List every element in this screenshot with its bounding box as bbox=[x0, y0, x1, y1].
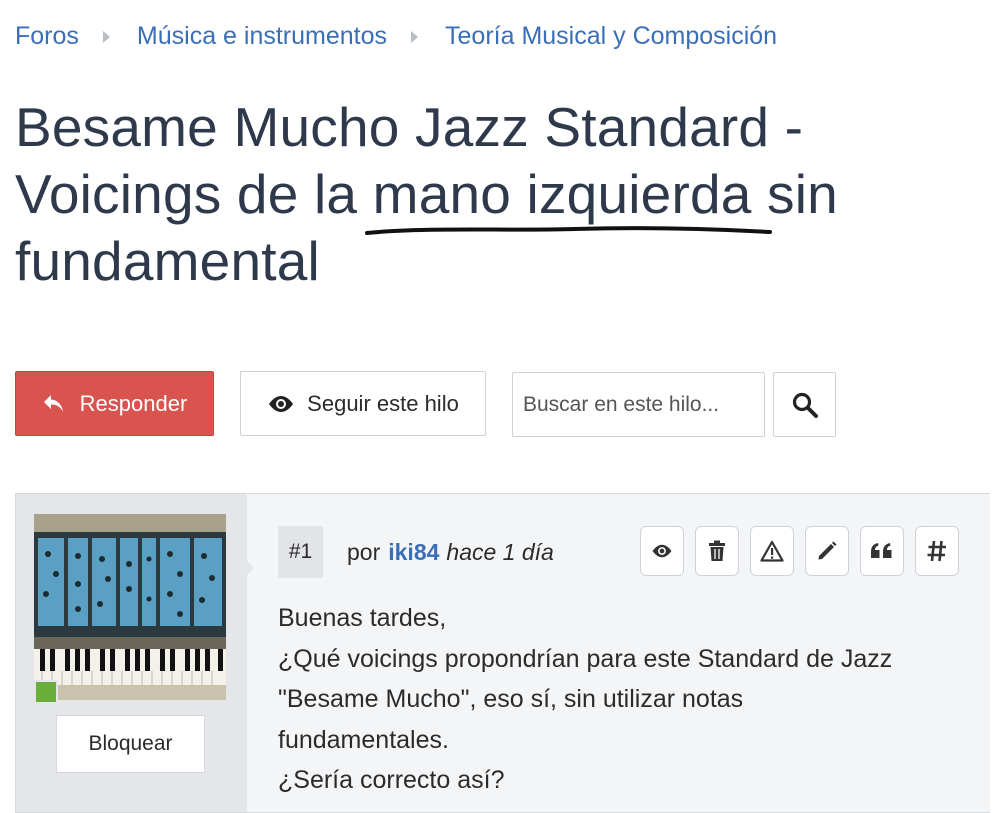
reply-arrow-icon bbox=[43, 394, 63, 412]
thread-title-container: Besame Mucho Jazz Standard - Voicings de… bbox=[15, 94, 990, 295]
edit-post-button[interactable] bbox=[805, 526, 849, 576]
breadcrumb-music-theory[interactable]: Teoría Musical y Composición bbox=[445, 22, 777, 51]
search-icon bbox=[792, 392, 818, 418]
post-tools bbox=[640, 526, 959, 576]
hash-icon bbox=[927, 540, 946, 562]
page-title: Besame Mucho Jazz Standard - Voicings de… bbox=[15, 94, 990, 295]
thread-search-input[interactable] bbox=[512, 372, 765, 437]
warning-icon bbox=[760, 540, 784, 562]
post-body: Buenas tardes, ¿Qué voicings propondrían… bbox=[278, 598, 968, 801]
post: Bloquear #1 por iki84 hace 1 día Buenas … bbox=[15, 493, 990, 813]
handdrawn-underline bbox=[365, 226, 772, 235]
post-time: hace 1 día bbox=[446, 538, 554, 565]
title-line-1: Besame Mucho Jazz Standard - bbox=[15, 96, 804, 158]
quote-post-button[interactable] bbox=[860, 526, 904, 576]
chevron-right-icon bbox=[102, 30, 110, 43]
title-line-2: Voicings de la mano izquierda sin bbox=[15, 163, 838, 225]
block-user-button[interactable]: Bloquear bbox=[56, 715, 205, 773]
pencil-icon bbox=[818, 541, 837, 560]
search-button[interactable] bbox=[773, 372, 836, 437]
post-body-line: ¿Qué voicings propondrían para este Stan… bbox=[278, 644, 893, 673]
post-body-line: Buenas tardes, bbox=[278, 604, 447, 632]
follow-thread-button[interactable]: Seguir este hilo bbox=[240, 371, 486, 436]
synthesizer-avatar-image bbox=[34, 514, 226, 700]
post-body-line: "Besame Mucho", eso sí, sin utilizar not… bbox=[278, 685, 744, 713]
avatar[interactable] bbox=[34, 514, 226, 700]
breadcrumb: Foros Música e instrumentos Teoría Music… bbox=[15, 22, 777, 51]
post-number[interactable]: #1 bbox=[278, 526, 323, 578]
reply-label: Responder bbox=[79, 390, 188, 416]
post-body-line: fundamentales. bbox=[278, 725, 449, 754]
permalink-button[interactable] bbox=[915, 526, 959, 576]
report-post-button[interactable] bbox=[750, 526, 794, 576]
follow-label: Seguir este hilo bbox=[307, 390, 459, 416]
post-meta: #1 por iki84 hace 1 día bbox=[278, 526, 554, 578]
trash-icon bbox=[709, 540, 725, 561]
post-body-line: ¿Sería correcto así? bbox=[278, 766, 505, 794]
chevron-right-icon bbox=[411, 30, 419, 43]
online-status-indicator bbox=[34, 680, 58, 704]
breadcrumb-music-instruments[interactable]: Música e instrumentos bbox=[137, 22, 387, 51]
delete-post-button[interactable] bbox=[695, 526, 739, 576]
reply-button[interactable]: Responder bbox=[15, 371, 214, 436]
breadcrumb-forums[interactable]: Foros bbox=[15, 22, 79, 51]
eye-icon bbox=[269, 395, 294, 412]
by-label: por bbox=[347, 538, 381, 565]
watch-post-button[interactable] bbox=[640, 526, 684, 576]
sidebar-pointer bbox=[242, 556, 254, 580]
quote-icon bbox=[871, 543, 892, 558]
author-link[interactable]: iki84 bbox=[388, 539, 439, 566]
eye-icon bbox=[652, 544, 672, 558]
post-author-sidebar: Bloquear bbox=[16, 494, 254, 812]
